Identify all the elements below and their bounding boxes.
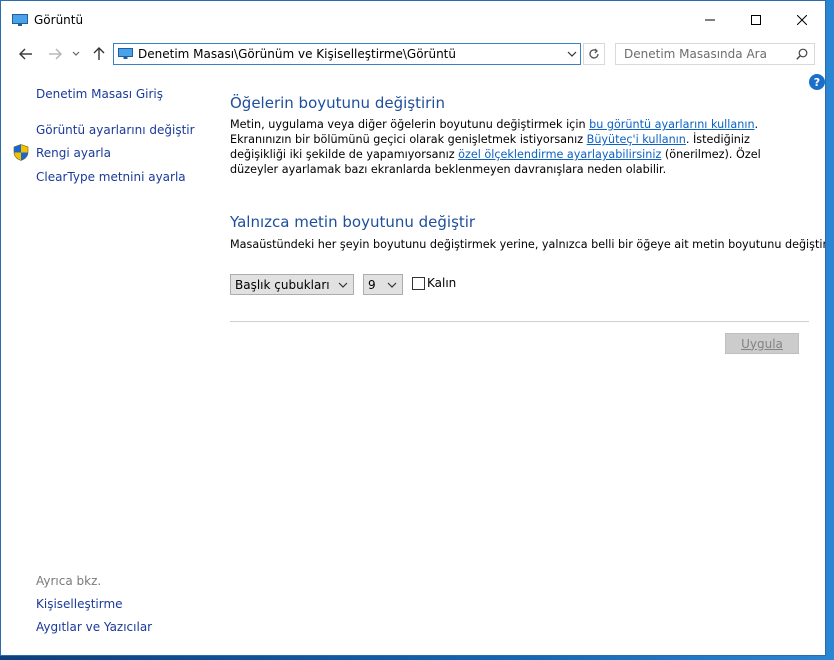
minimize-button[interactable] xyxy=(687,1,733,39)
font-size-value: 9 xyxy=(368,278,376,292)
section-heading-text-size: Yalnızca metin boyutunu değiştir xyxy=(230,213,476,231)
left-pane: Denetim Masası Giriş Görüntü ayarlarını … xyxy=(1,69,201,655)
see-also-devices-printers[interactable]: Aygıtlar ve Yazıcılar xyxy=(36,620,152,634)
chevron-down-icon xyxy=(387,282,397,288)
refresh-icon xyxy=(589,48,599,59)
sidebar-item-calibrate-color[interactable]: Rengi ayarla xyxy=(36,146,111,160)
apply-label: Uygula xyxy=(741,336,783,351)
divider xyxy=(230,321,809,322)
title-bar[interactable]: Görüntü xyxy=(1,1,825,39)
bold-checkbox[interactable] xyxy=(412,277,425,290)
magnifier-link[interactable]: Büyüteç'i kullanın xyxy=(587,133,686,146)
up-button[interactable] xyxy=(89,43,109,65)
font-size-select[interactable]: 9 xyxy=(363,274,403,295)
sidebar-item-change-display-settings[interactable]: Görüntü ayarlarını değiştir xyxy=(36,123,195,137)
forward-button[interactable] xyxy=(45,43,65,65)
sidebar-item-control-panel-home[interactable]: Denetim Masası Giriş xyxy=(36,87,163,101)
display-icon xyxy=(12,14,28,26)
search-input[interactable]: Denetim Masasında Ara xyxy=(615,43,815,65)
shield-icon xyxy=(13,144,29,161)
display-settings-link[interactable]: bu görüntü ayarlarını kullanın xyxy=(589,118,754,131)
address-path: Denetim Masası\Görünüm ve Kişiselleştirm… xyxy=(138,47,456,61)
chevron-down-icon[interactable] xyxy=(567,49,577,59)
search-placeholder: Denetim Masasında Ara xyxy=(624,47,767,61)
address-bar[interactable]: Denetim Masası\Görünüm ve Kişiselleştirm… xyxy=(113,43,581,65)
search-icon[interactable] xyxy=(796,48,808,60)
custom-scaling-link[interactable]: özel ölçeklendirme ayarlayabilirsiniz xyxy=(458,148,661,161)
arrow-right-icon xyxy=(49,48,62,60)
arrow-up-icon xyxy=(93,47,105,60)
recent-locations-button[interactable] xyxy=(69,43,83,65)
item-select[interactable]: Başlık çubukları xyxy=(230,274,354,295)
minimize-icon xyxy=(705,19,715,21)
arrow-left-icon xyxy=(19,48,32,60)
chevron-down-icon xyxy=(72,51,80,56)
display-icon xyxy=(118,48,133,59)
refresh-button[interactable] xyxy=(583,43,605,65)
navigation-bar: Denetim Masası\Görünüm ve Kişiselleştirm… xyxy=(1,39,825,69)
back-button[interactable] xyxy=(16,43,36,65)
item-select-value: Başlık çubukları xyxy=(235,278,330,292)
resize-description: Metin, uygulama veya diğer öğelerin boyu… xyxy=(230,117,808,177)
section-heading-resize-items: Öğelerin boyutunu değiştirin xyxy=(230,94,445,112)
chevron-down-icon xyxy=(338,282,348,288)
resize-text-1: Metin, uygulama veya diğer öğelerin boyu… xyxy=(230,118,590,131)
see-also-personalization[interactable]: Kişiselleştirme xyxy=(36,597,123,611)
close-icon xyxy=(797,15,807,25)
close-button[interactable] xyxy=(779,1,825,39)
main-content: Öğelerin boyutunu değiştirin Metin, uygu… xyxy=(230,69,825,655)
see-also-label: Ayrıca bkz. xyxy=(36,574,102,588)
maximize-button[interactable] xyxy=(733,1,779,39)
text-size-description: Masaüstündeki her şeyin boyutunu değişti… xyxy=(230,238,826,251)
control-panel-window: Görüntü Denetim Masası\Görünüm ve Kişise… xyxy=(0,0,826,656)
bold-label: Kalın xyxy=(427,276,457,290)
apply-button[interactable]: Uygula xyxy=(725,333,799,354)
maximize-icon xyxy=(751,15,761,25)
window-title: Görüntü xyxy=(34,13,84,27)
sidebar-item-cleartype[interactable]: ClearType metnini ayarla xyxy=(36,170,186,184)
